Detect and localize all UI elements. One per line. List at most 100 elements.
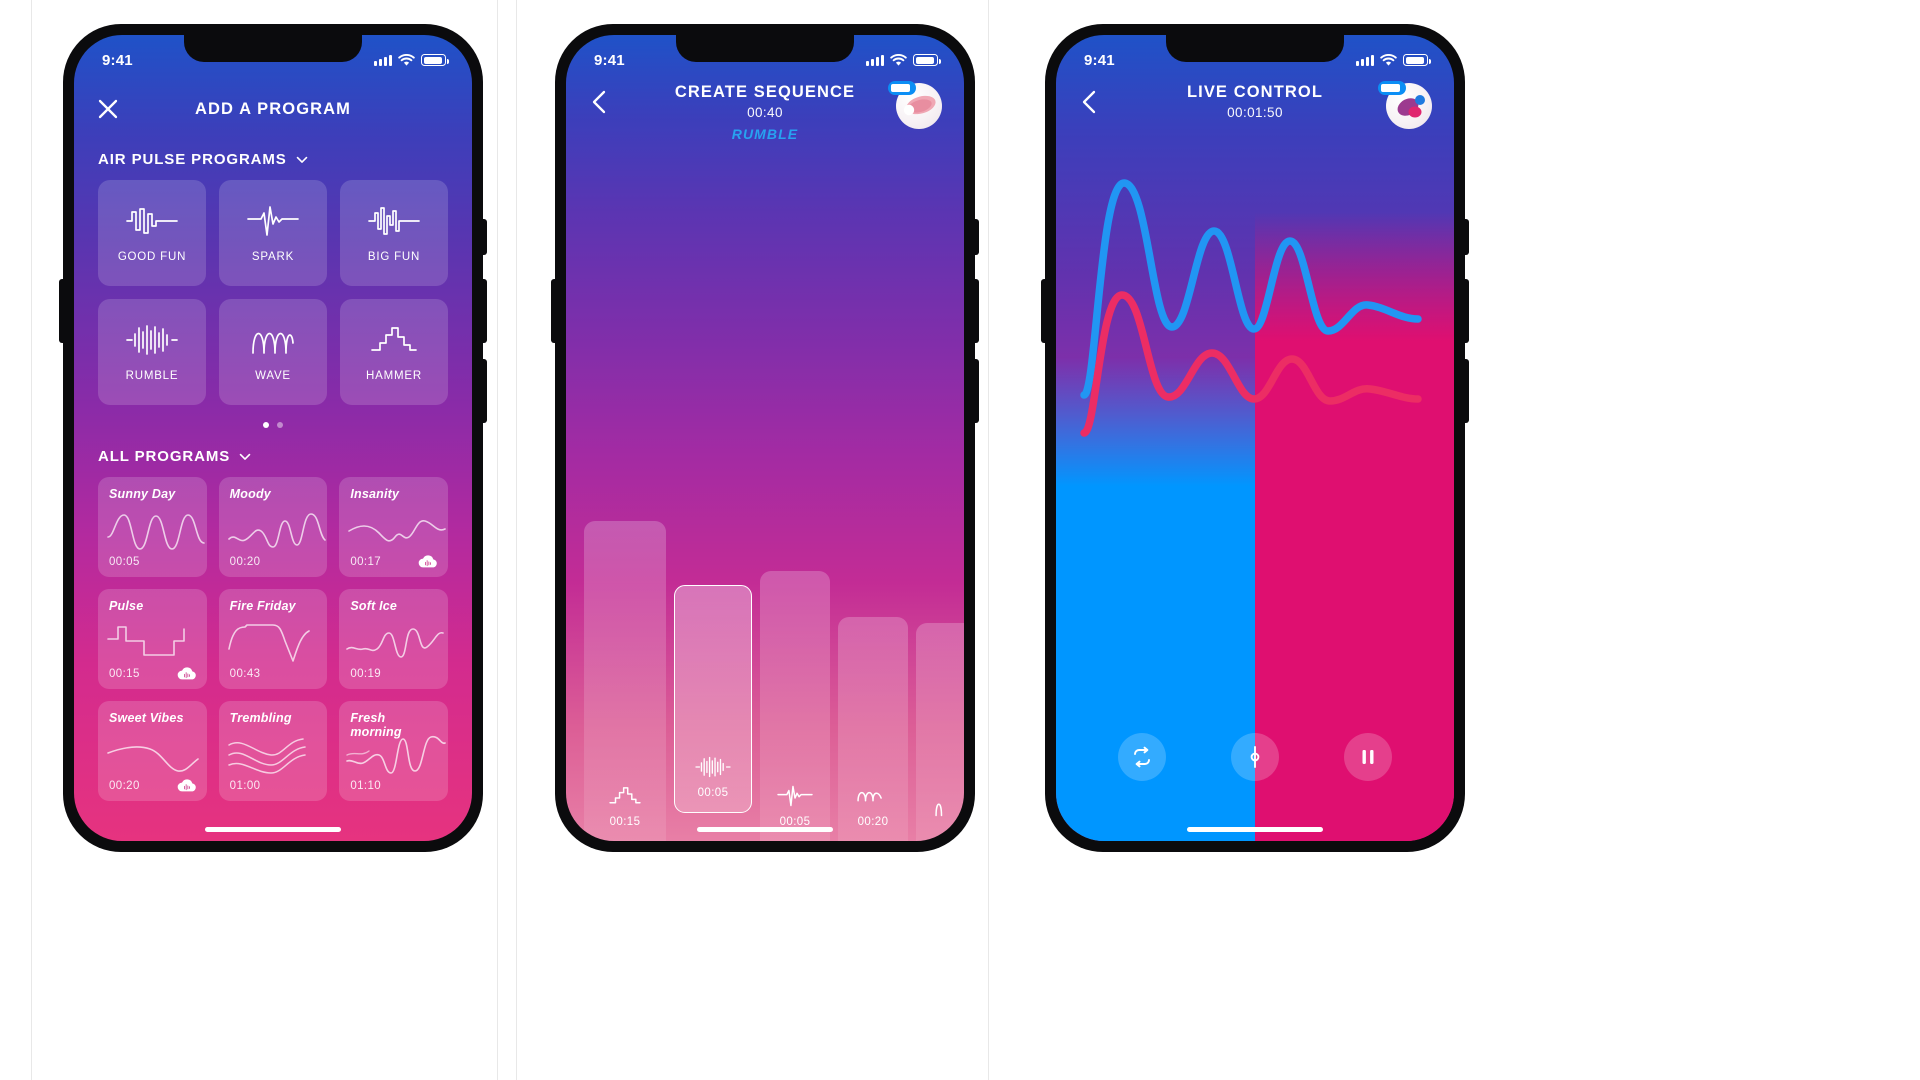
program-card[interactable]: Insanity 00:17 (339, 477, 448, 577)
wifi-icon (398, 53, 415, 66)
waveform-rumble-icon (695, 756, 731, 778)
program-card[interactable]: Moody 00:20 (218, 477, 328, 577)
pulse-card-wave[interactable]: WAVE (219, 299, 327, 405)
wifi-icon (1380, 53, 1397, 66)
back-button[interactable] (588, 89, 612, 115)
phone-side-button (483, 219, 487, 255)
program-duration: 00:05 (109, 556, 140, 568)
back-button[interactable] (1078, 89, 1102, 115)
pulse-card-hammer[interactable]: HAMMER (340, 299, 448, 405)
program-waveform-icon (227, 738, 306, 774)
screenshot-stage: 9:41 ADD A PROGRAM AIR PULSE PROGRAMS GO… (0, 0, 1920, 1080)
status-icons (1356, 53, 1431, 67)
chevron-down-icon (239, 453, 251, 460)
sync-handle-icon (1250, 746, 1260, 768)
phone-side-button (483, 279, 487, 343)
phone-live-control: 9:41 LIVE CONTROL 00:01:50 (1041, 24, 1469, 852)
sequence-bar[interactable] (916, 623, 964, 841)
battery-icon (1403, 54, 1431, 66)
sequence-bar[interactable]: 00:15 (584, 521, 666, 841)
waveform-big-fun-icon (368, 206, 420, 235)
cloud-download-icon[interactable] (417, 554, 439, 569)
program-card[interactable]: Soft Ice 00:19 (339, 589, 448, 689)
sequence-bar[interactable]: 00:20 (838, 617, 908, 841)
program-duration: 00:19 (350, 668, 382, 680)
program-name: Sunny Day (109, 487, 176, 501)
status-icons (374, 53, 449, 67)
waveform-partial-icon (935, 803, 943, 817)
home-indicator (205, 827, 341, 832)
section-header-all-programs[interactable]: ALL PROGRAMS (74, 434, 472, 477)
cellular-signal-icon (1356, 54, 1374, 66)
pulse-card-label: RUMBLE (125, 369, 179, 382)
program-card[interactable]: Sweet Vibes 00:20 (98, 701, 207, 801)
chevron-left-icon (592, 90, 606, 114)
layout-guide (497, 0, 498, 1080)
carousel-pager[interactable] (74, 405, 472, 434)
page-title: ADD A PROGRAM (194, 99, 352, 118)
sequence-timeline[interactable]: 00:15 00:05 00:05 00:20 (566, 353, 964, 841)
section-header-air-pulse[interactable]: AIR PULSE PROGRAMS (74, 137, 472, 180)
program-name: Sweet Vibes (109, 711, 184, 725)
pulse-card-spark[interactable]: SPARK (219, 180, 327, 286)
screen-add-a-program: 9:41 ADD A PROGRAM AIR PULSE PROGRAMS GO… (74, 35, 472, 841)
section-title: ALL PROGRAMS (98, 448, 231, 465)
status-clock: 9:41 (1084, 51, 1115, 69)
close-button[interactable] (96, 97, 120, 121)
waveform-wave-icon (857, 791, 882, 802)
all-programs-grid: Sunny Day 00:05 Moody 00:20 Insanity 00:… (74, 477, 472, 815)
pager-dot-2[interactable] (277, 422, 283, 428)
program-card[interactable]: Fire Friday 00:43 (218, 589, 328, 689)
layout-guide (31, 0, 32, 1080)
program-name: Trembling (229, 711, 292, 725)
waveform-wave-icon (252, 332, 294, 354)
program-card[interactable]: Fresh morning 01:10 (339, 701, 448, 801)
loop-button[interactable] (1118, 733, 1167, 781)
program-name: Moody (229, 487, 271, 501)
live-waveform-chart (1080, 179, 1422, 437)
program-waveform-icon (348, 520, 447, 542)
phone-create-sequence: 9:41 CREATE SEQUENCE 00:40 RUMBLE 00:15 … (551, 24, 979, 852)
program-waveform-icon (346, 735, 447, 774)
sequence-bar[interactable]: 00:05 (760, 571, 830, 841)
sync-button[interactable] (1230, 733, 1279, 781)
sequence-bar-selected[interactable]: 00:05 (674, 585, 752, 813)
program-waveform-icon (227, 624, 310, 662)
waveform-spark-icon (247, 205, 299, 236)
cellular-signal-icon (374, 54, 392, 66)
sequence-total-duration: 00:40 (747, 105, 783, 120)
chevron-down-icon (296, 156, 308, 163)
pulse-card-rumble[interactable]: RUMBLE (98, 299, 206, 405)
pause-button[interactable] (1343, 733, 1392, 781)
navigation-bar: LIVE CONTROL 00:01:50 (1056, 81, 1454, 129)
program-duration: 01:10 (350, 780, 382, 792)
pulse-card-big-fun[interactable]: BIG FUN (340, 180, 448, 286)
program-card[interactable]: Pulse 00:15 (98, 589, 207, 689)
pager-dot-1[interactable] (263, 422, 269, 428)
air-pulse-grid: GOOD FUN SPARK BIG FUN RUMBLE WAVE HAMME… (74, 180, 472, 405)
waveform-hammer-icon (609, 787, 641, 804)
session-elapsed-time: 00:01:50 (1227, 105, 1283, 120)
battery-pill-icon (888, 81, 916, 95)
status-clock: 9:41 (102, 51, 133, 69)
program-list-scroll[interactable]: AIR PULSE PROGRAMS GOOD FUN SPARK BIG FU… (74, 137, 472, 841)
device-avatar-wrap[interactable] (1378, 81, 1432, 129)
screen-create-sequence: 9:41 CREATE SEQUENCE 00:40 RUMBLE 00:15 … (566, 35, 964, 841)
phone-side-button (1465, 359, 1469, 423)
program-waveform-icon (107, 626, 185, 656)
cloud-download-icon[interactable] (176, 778, 198, 793)
cloud-download-icon[interactable] (176, 666, 198, 681)
pulse-card-label: WAVE (255, 369, 291, 382)
phone-side-button (975, 359, 979, 423)
program-waveform-icon (107, 746, 199, 772)
program-card[interactable]: Sunny Day 00:05 (98, 477, 207, 577)
program-card[interactable]: Trembling 01:00 (218, 701, 328, 801)
pause-icon (1362, 750, 1374, 764)
phone-add-a-program: 9:41 ADD A PROGRAM AIR PULSE PROGRAMS GO… (59, 24, 487, 852)
live-control-buttons (1056, 733, 1454, 781)
page-title: CREATE SEQUENCE (674, 83, 856, 101)
device-avatar-wrap[interactable] (888, 81, 942, 129)
pulse-card-good-fun[interactable]: GOOD FUN (98, 180, 206, 286)
screen-live-control: 9:41 LIVE CONTROL 00:01:50 (1056, 35, 1454, 841)
phone-side-button (975, 219, 979, 255)
